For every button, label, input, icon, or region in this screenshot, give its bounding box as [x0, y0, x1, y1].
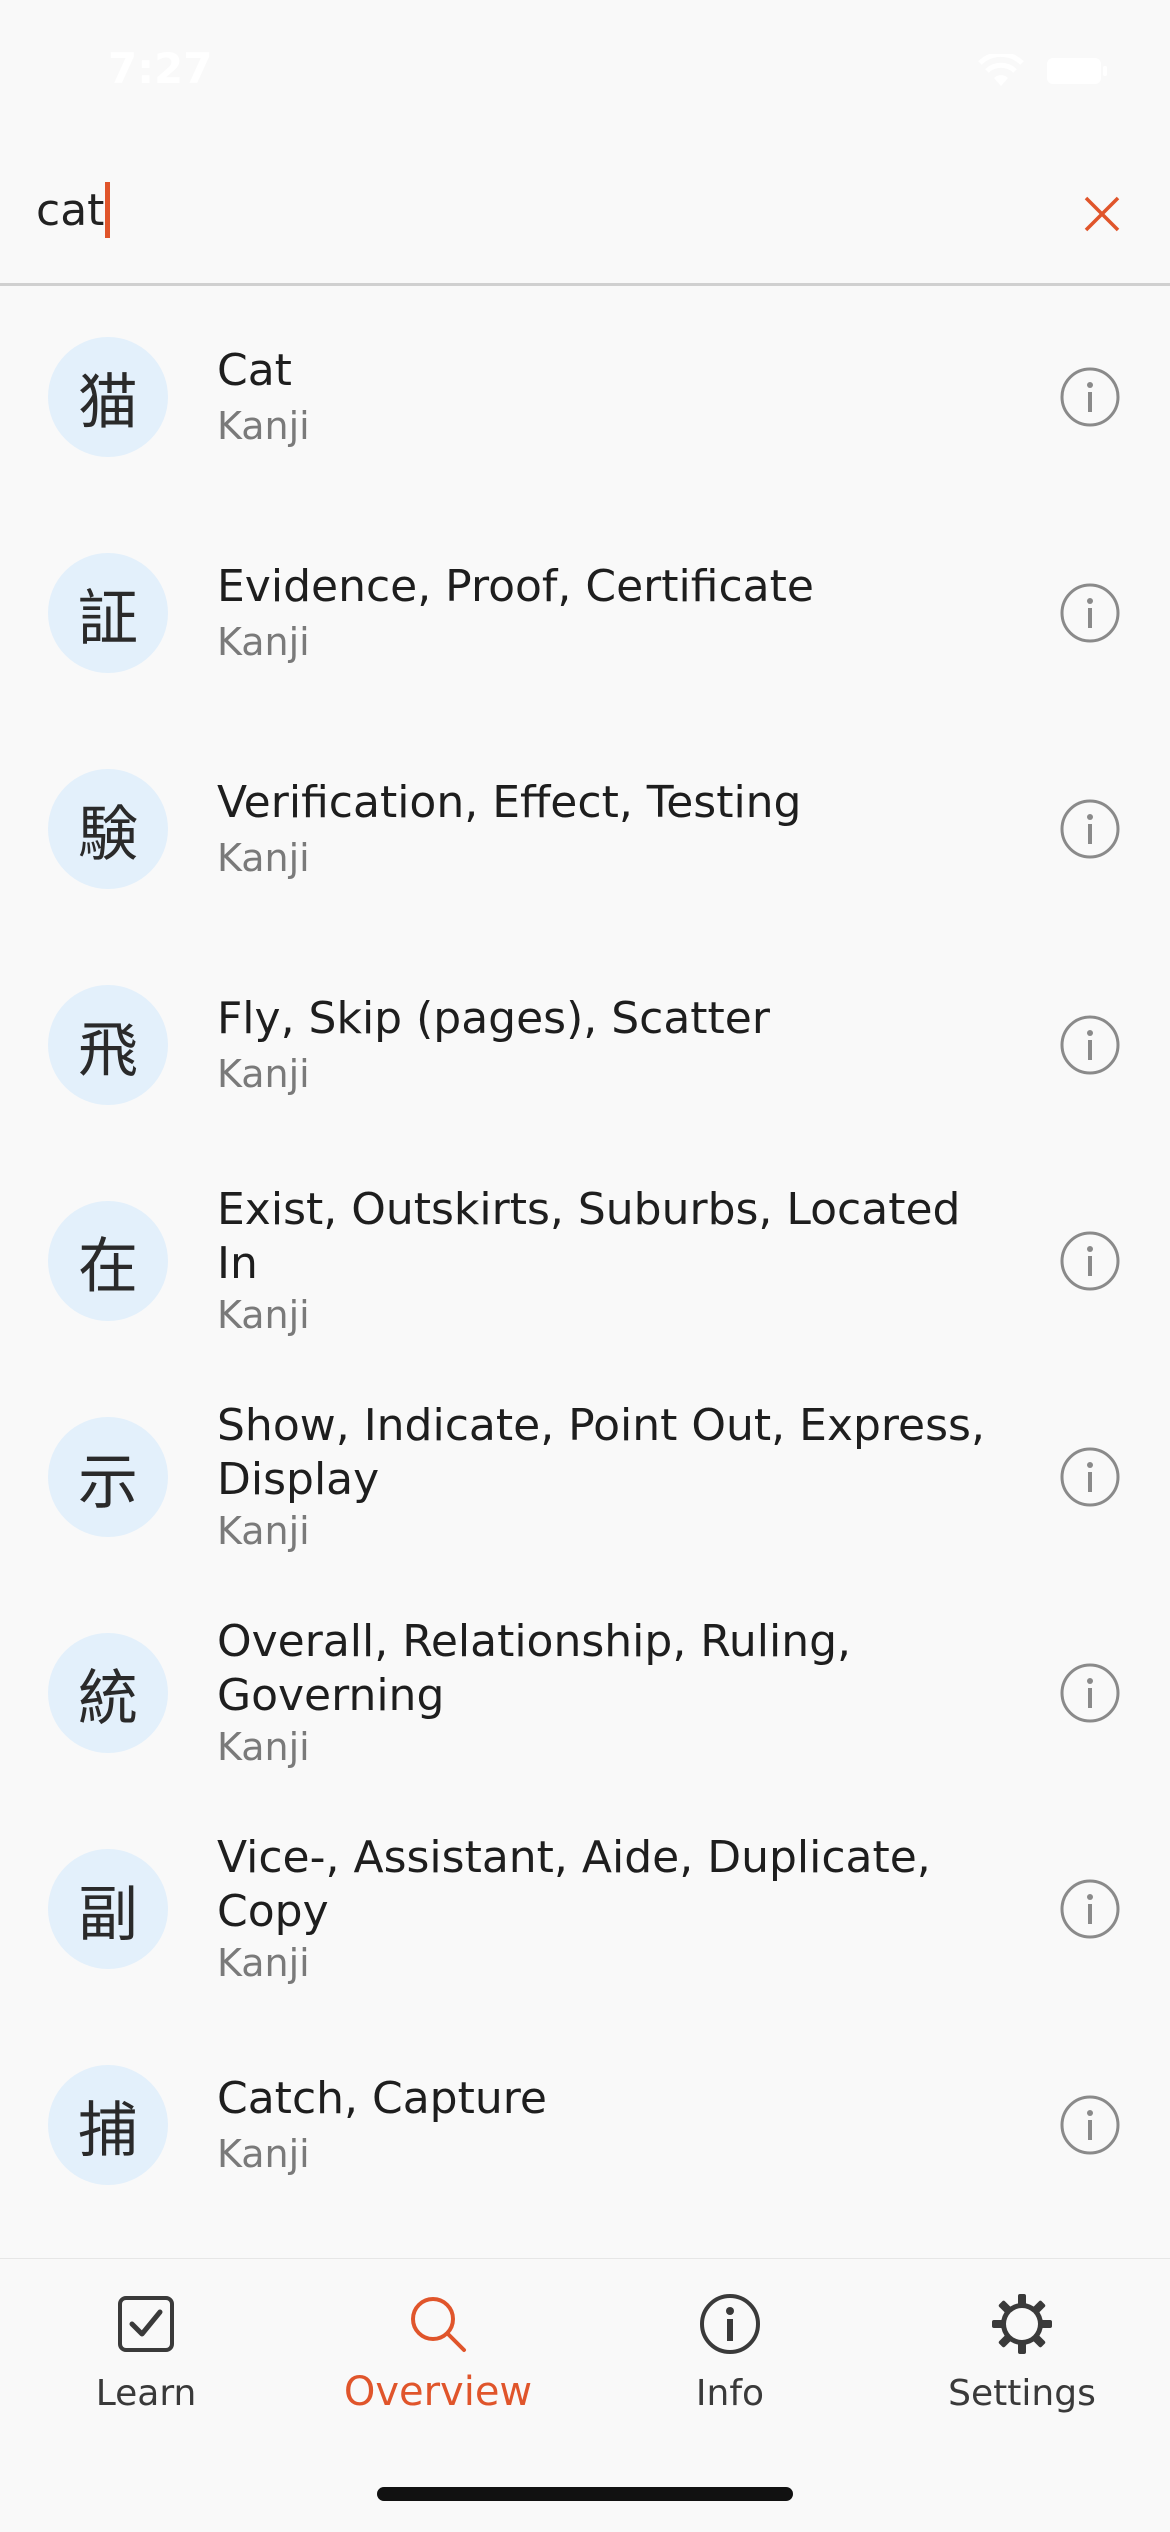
info-icon	[1060, 583, 1120, 643]
list-item[interactable]: 統 Overall, Relationship, Ruling, Governi…	[0, 1585, 1170, 1801]
item-type: Kanji	[217, 836, 310, 880]
list-item[interactable]: 在 Exist, Outskirts, Suburbs, Located In …	[0, 1153, 1170, 1369]
info-button[interactable]	[1058, 1661, 1122, 1725]
item-text: Exist, Outskirts, Suburbs, Located In Ka…	[217, 1183, 997, 1339]
tab-overview[interactable]: Overview	[292, 2289, 584, 2429]
checkbox-icon	[116, 2289, 176, 2359]
kanji-badge: 猫	[48, 337, 168, 457]
clear-search-button[interactable]	[1072, 184, 1132, 244]
item-type: Kanji	[217, 1509, 310, 1553]
item-text: Vice-, Assistant, Aide, Duplicate, Copy …	[217, 1831, 997, 1987]
info-icon	[1060, 1663, 1120, 1723]
search-icon	[406, 2289, 470, 2359]
home-indicator	[377, 2487, 793, 2501]
item-meaning: Verification, Effect, Testing	[217, 777, 802, 828]
wifi-icon	[978, 54, 1024, 88]
close-icon	[1084, 196, 1120, 232]
search-bar: cat	[0, 140, 1170, 286]
kanji-badge: 示	[48, 1417, 168, 1537]
item-meaning: Vice-, Assistant, Aide, Duplicate, Copy	[217, 1832, 931, 1937]
kanji-badge: 副	[48, 1849, 168, 1969]
info-icon	[1060, 1879, 1120, 1939]
list-item[interactable]: 副 Vice-, Assistant, Aide, Duplicate, Cop…	[0, 1801, 1170, 2017]
info-icon	[1060, 799, 1120, 859]
tab-learn[interactable]: Learn	[0, 2289, 292, 2429]
item-text: Overall, Relationship, Ruling, Governing…	[217, 1615, 997, 1771]
tab-learn-label: Learn	[95, 2373, 197, 2414]
status-time: 7:27	[108, 44, 213, 93]
search-input[interactable]: cat	[36, 170, 1036, 250]
item-meaning: Show, Indicate, Point Out, Express, Disp…	[217, 1400, 985, 1505]
info-button[interactable]	[1058, 1877, 1122, 1941]
info-icon	[1060, 1015, 1120, 1075]
tab-settings-label: Settings	[948, 2373, 1096, 2414]
tab-overview-label: Overview	[343, 2369, 533, 2415]
item-meaning: Fly, Skip (pages), Scatter	[217, 993, 770, 1044]
gear-icon	[990, 2289, 1054, 2359]
list-item[interactable]: 験 Verification, Effect, Testing Kanji	[0, 721, 1170, 937]
list-item[interactable]: 示 Show, Indicate, Point Out, Express, Di…	[0, 1369, 1170, 1585]
item-meaning: Overall, Relationship, Ruling, Governing	[217, 1616, 852, 1721]
item-meaning: Evidence, Proof, Certificate	[217, 561, 814, 612]
kanji-badge: 飛	[48, 985, 168, 1105]
status-icons	[978, 54, 1108, 88]
info-button[interactable]	[1058, 365, 1122, 429]
item-text: Evidence, Proof, Certificate Kanji	[217, 560, 997, 666]
battery-icon	[1046, 57, 1108, 85]
item-text: Fly, Skip (pages), Scatter Kanji	[217, 992, 997, 1098]
item-type: Kanji	[217, 620, 310, 664]
list-item[interactable]: 飛 Fly, Skip (pages), Scatter Kanji	[0, 937, 1170, 1153]
item-type: Kanji	[217, 1052, 310, 1096]
item-type: Kanji	[217, 1941, 310, 1985]
kanji-badge: 在	[48, 1201, 168, 1321]
search-query: cat	[36, 184, 105, 236]
info-button[interactable]	[1058, 797, 1122, 861]
item-text: Show, Indicate, Point Out, Express, Disp…	[217, 1399, 997, 1555]
info-button[interactable]	[1058, 1013, 1122, 1077]
text-caret	[105, 182, 111, 238]
kanji-badge: 捕	[48, 2065, 168, 2185]
item-meaning: Catch, Capture	[217, 2073, 547, 2124]
info-icon	[1060, 2095, 1120, 2155]
item-meaning: Exist, Outskirts, Suburbs, Located In	[217, 1184, 961, 1289]
list-item[interactable]: 猫 Cat Kanji	[0, 289, 1170, 505]
info-button[interactable]	[1058, 1229, 1122, 1293]
info-button[interactable]	[1058, 2093, 1122, 2157]
screen: 7:27 cat 猫 Cat Kanji 証 Evidence, Proof, …	[0, 0, 1170, 2532]
kanji-badge: 験	[48, 769, 168, 889]
tab-info[interactable]: Info	[584, 2289, 876, 2429]
item-text: Verification, Effect, Testing Kanji	[217, 776, 997, 882]
tab-settings[interactable]: Settings	[876, 2289, 1168, 2429]
item-type: Kanji	[217, 404, 310, 448]
list-item[interactable]: 捕 Catch, Capture Kanji	[0, 2017, 1170, 2233]
status-bar: 7:27	[0, 0, 1170, 140]
info-icon	[698, 2289, 762, 2359]
item-type: Kanji	[217, 2132, 310, 2176]
item-text: Cat Kanji	[217, 344, 997, 450]
list-item[interactable]: 証 Evidence, Proof, Certificate Kanji	[0, 505, 1170, 721]
tab-info-label: Info	[695, 2373, 765, 2414]
info-icon	[1060, 1231, 1120, 1291]
info-button[interactable]	[1058, 581, 1122, 645]
results-list: 猫 Cat Kanji 証 Evidence, Proof, Certifica…	[0, 289, 1170, 2233]
info-icon	[1060, 367, 1120, 427]
item-type: Kanji	[217, 1725, 310, 1769]
info-button[interactable]	[1058, 1445, 1122, 1509]
item-type: Kanji	[217, 1293, 310, 1337]
item-text: Catch, Capture Kanji	[217, 2072, 997, 2178]
item-meaning: Cat	[217, 345, 292, 396]
info-icon	[1060, 1447, 1120, 1507]
kanji-badge: 証	[48, 553, 168, 673]
kanji-badge: 統	[48, 1633, 168, 1753]
